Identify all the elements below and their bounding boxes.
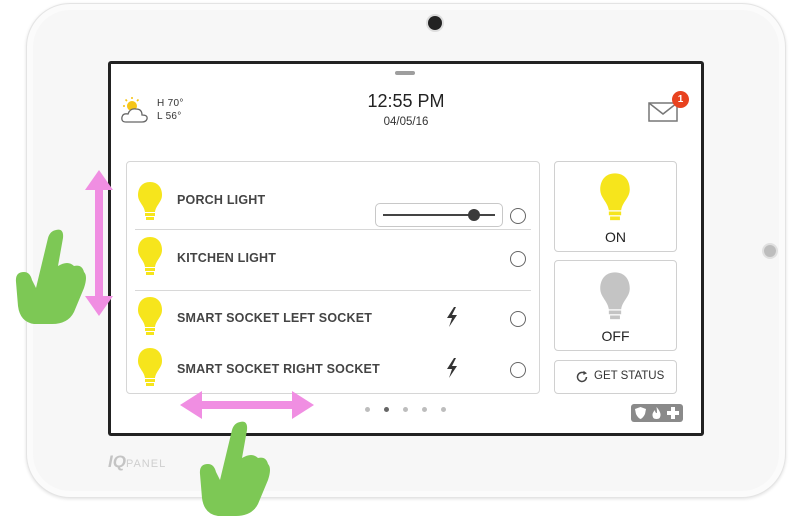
device-name: SMART SOCKET RIGHT SOCKET	[177, 362, 380, 376]
device-row-smart-socket-left[interactable]: SMART SOCKET LEFT SOCKET	[127, 291, 539, 347]
light-bulb-on-icon	[138, 297, 162, 335]
off-label: OFF	[601, 328, 630, 344]
dimmer-thumb[interactable]	[468, 209, 480, 221]
get-status-button[interactable]: GET STATUS	[554, 360, 677, 394]
current-date: 04/05/16	[383, 116, 429, 128]
light-bulb-off-icon	[600, 272, 630, 320]
device-row-kitchen-light[interactable]: KITCHEN LIGHT	[127, 230, 539, 286]
all-off-button[interactable]: OFF	[554, 260, 677, 351]
refresh-icon	[576, 370, 588, 383]
light-bulb-on-icon	[138, 237, 162, 275]
get-status-label: GET STATUS	[594, 370, 665, 382]
light-bulb-on-icon	[600, 173, 630, 221]
message-count-badge: 1	[672, 91, 689, 108]
dimmer-slider[interactable]	[375, 203, 503, 227]
light-bulb-on-icon	[138, 182, 162, 220]
page-indicator[interactable]	[363, 407, 453, 415]
device-name: KITCHEN LIGHT	[177, 251, 277, 265]
home-button[interactable]	[764, 245, 776, 257]
device-row-porch-light[interactable]: PORCH LIGHT	[127, 173, 539, 229]
medical-cross-icon	[667, 407, 679, 419]
all-on-button[interactable]: ON	[554, 161, 677, 252]
page-dot[interactable]	[441, 407, 446, 412]
pull-down-tab[interactable]	[395, 71, 415, 75]
device-list: PORCH LIGHT KITCHEN LIGHT SMART SOCKET L…	[126, 161, 540, 394]
page-dot[interactable]	[403, 407, 408, 412]
brand-logo: IQPANEL	[108, 452, 167, 471]
device-select-radio[interactable]	[510, 251, 526, 267]
device-select-radio[interactable]	[510, 208, 526, 224]
vertical-swipe-arrow-icon	[85, 170, 113, 316]
screen: H 70° L 56° 12:55 PM 04/05/16 1 PORCH LI…	[111, 64, 701, 433]
device-name: SMART SOCKET LEFT SOCKET	[177, 311, 373, 325]
swipe-hand-icon	[199, 421, 270, 516]
device-name: PORCH LIGHT	[177, 193, 266, 207]
shield-icon	[635, 407, 646, 419]
swipe-hand-icon	[15, 229, 86, 324]
front-camera	[428, 16, 442, 30]
light-bulb-on-icon	[138, 348, 162, 386]
page-dot-active[interactable]	[384, 407, 389, 412]
current-time: 12:55 PM	[367, 91, 445, 111]
power-bolt-icon	[447, 307, 457, 327]
page-dot[interactable]	[422, 407, 427, 412]
device-select-radio[interactable]	[510, 362, 526, 378]
page-dot[interactable]	[365, 407, 370, 412]
messages-button[interactable]: 1	[647, 91, 691, 124]
on-label: ON	[605, 229, 626, 245]
device-select-radio[interactable]	[510, 311, 526, 327]
fire-icon	[652, 407, 661, 419]
power-bolt-icon	[447, 358, 457, 378]
emergency-button[interactable]	[631, 404, 683, 422]
